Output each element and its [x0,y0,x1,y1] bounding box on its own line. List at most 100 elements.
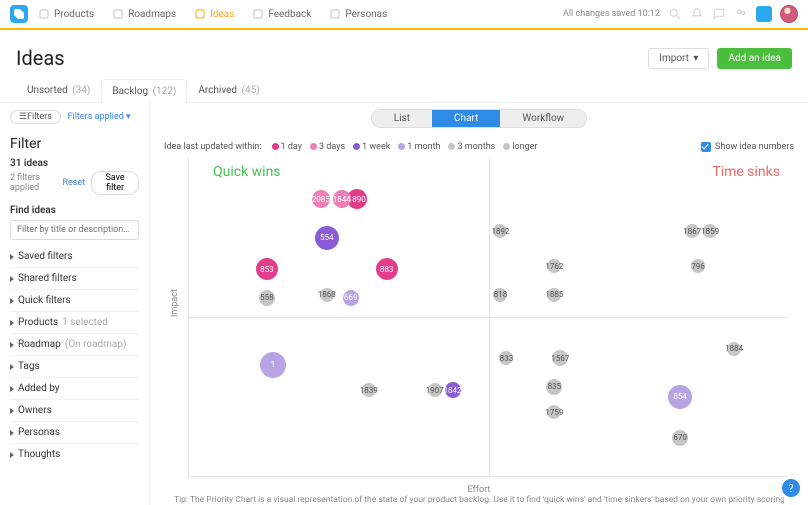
idea-bubble-558[interactable]: 558 [259,290,275,306]
app-logo[interactable] [10,5,28,23]
top-nav: Products Roadmaps Ideas Feedback Personas Al… [0,0,808,30]
page-header: Ideas Import ▾ Add an idea [0,30,808,78]
idea-bubble-669[interactable]: 669 [343,290,359,306]
save-status: All changes saved 10:12 [563,9,660,19]
help-button[interactable]: ? [782,479,800,497]
nav-personas[interactable]: Personas [329,8,387,20]
idea-bubble-1868[interactable]: 1868 [320,288,334,302]
filter-saved-filters[interactable]: Saved filters [10,246,139,267]
chevron-right-icon [10,276,14,282]
filter-shared-filters[interactable]: Shared filters [10,267,139,289]
chevron-right-icon [10,320,14,326]
idea-bubble-1839[interactable]: 1839 [362,383,376,397]
import-button[interactable]: Import ▾ [648,48,709,69]
idea-tabs: Unsorted (34)Backlog (122)Archived (45) [0,78,808,103]
add-idea-button[interactable]: Add an idea [717,48,792,69]
team-icon[interactable] [734,7,748,21]
filter-added-by[interactable]: Added by [10,377,139,399]
view-workflow[interactable]: Workflow [500,110,586,127]
filters-applied-link[interactable]: Filters applied ▾ [68,112,131,122]
idea-bubble-1867[interactable]: 1867 [685,224,699,238]
tab-unsorted[interactable]: Unsorted (34) [16,78,101,102]
idea-bubble-1[interactable]: 1 [260,352,286,378]
user-avatar[interactable] [780,5,798,23]
idea-bubble-1885[interactable]: 1885 [547,288,561,302]
priority-chart[interactable]: Quick wins Time sinks 853883189020851844… [188,158,788,477]
idea-bubble-554[interactable]: 554 [315,226,339,250]
show-numbers-checkbox[interactable] [701,142,711,152]
show-numbers-label: Show idea numbers [715,142,794,152]
chat-icon[interactable] [712,7,726,21]
legend-longer: longer [503,142,537,152]
filter-personas[interactable]: Personas [10,421,139,443]
legend-1-day: 1 day [272,142,302,152]
legend-1-month: 1 month [398,142,440,152]
idea-bubble-2085[interactable]: 2085 [312,190,330,208]
view-list[interactable]: List [372,110,432,127]
nav-feedback[interactable]: Feedback [252,8,311,20]
idea-bubble-1567[interactable]: 1567 [552,350,568,366]
quadrant-quick-wins: Quick wins [213,164,281,180]
filter-search-input[interactable] [10,220,139,240]
chevron-right-icon [10,364,14,370]
x-axis-label: Effort [468,485,491,495]
filters-applied-count: 2 filters applied [10,173,56,193]
search-icon[interactable] [668,7,682,21]
idea-bubble-1884[interactable]: 1884 [727,342,741,356]
legend-3-days: 3 days [310,142,345,152]
bell-icon[interactable] [690,7,704,21]
filter-heading: Filter [10,136,139,152]
idea-bubble-1842[interactable]: 1842 [445,382,461,398]
filter-tags[interactable]: Tags [10,355,139,377]
idea-bubble-1759[interactable]: 1759 [547,405,561,419]
chart-panel: ListChartWorkflow Idea last updated with… [150,101,808,505]
legend-3-months: 3 months [448,142,495,152]
view-chart[interactable]: Chart [432,110,500,127]
chevron-right-icon [10,386,14,392]
filter-owners[interactable]: Owners [10,399,139,421]
idea-bubble-818[interactable]: 818 [493,288,507,302]
nav-ideas[interactable]: Ideas [194,8,234,20]
idea-bubble-883[interactable]: 883 [376,258,398,280]
idea-bubble-1892[interactable]: 1892 [493,224,507,238]
reset-filters[interactable]: Reset [62,178,85,188]
chart-tip: Tip: The Priority Chart is a visual repr… [174,495,784,505]
quadrant-time-sinks: Time sinks [712,164,780,472]
tab-backlog[interactable]: Backlog (122) [101,79,187,103]
filter-sidebar: ☰ Filters Filters applied ▾ Filter 31 id… [0,101,150,505]
filters-toggle[interactable]: ☰ Filters [10,110,61,124]
nav-roadmaps[interactable]: Roadmaps [112,8,176,20]
chevron-right-icon [10,298,14,304]
filter-products[interactable]: Products 1 selected [10,311,139,333]
chevron-right-icon [10,408,14,414]
chart-legend: Idea last updated within: 1 day 3 days 1 w… [164,142,794,152]
filter-roadmap[interactable]: Roadmap (On roadmap) [10,333,139,355]
y-axis-label: Impact [170,289,180,317]
idea-bubble-833[interactable]: 833 [499,351,513,365]
roadmap-icon [112,8,124,20]
save-filter-button[interactable]: Save filter [91,171,139,195]
nav-products[interactable]: Products [38,8,94,20]
chat-icon [252,8,264,20]
idea-bubble-796[interactable]: 796 [691,259,705,273]
box-icon [38,8,50,20]
chevron-right-icon [10,342,14,348]
legend-1-week: 1 week [353,142,390,152]
idea-bubble-835[interactable]: 835 [546,379,562,395]
filter-quick-filters[interactable]: Quick filters [10,289,139,311]
idea-bubble-1907[interactable]: 1907 [428,383,442,397]
idea-bubble-1844[interactable]: 1844 [333,190,351,208]
idea-bubble-854[interactable]: 854 [668,385,692,409]
find-ideas-label: Find ideas [10,205,139,216]
idea-bubble-1762[interactable]: 1762 [547,259,561,273]
filter-thoughts[interactable]: Thoughts [10,443,139,465]
apps-icon[interactable] [756,6,772,22]
chevron-right-icon [10,254,14,260]
view-switch: ListChartWorkflow [371,109,587,128]
legend-prefix: Idea last updated within: [164,142,262,152]
tab-archived[interactable]: Archived (45) [187,78,270,102]
bulb-icon [194,8,206,20]
idea-bubble-853[interactable]: 853 [256,258,278,280]
idea-bubble-670[interactable]: 670 [672,430,688,446]
page-title: Ideas [16,46,65,70]
